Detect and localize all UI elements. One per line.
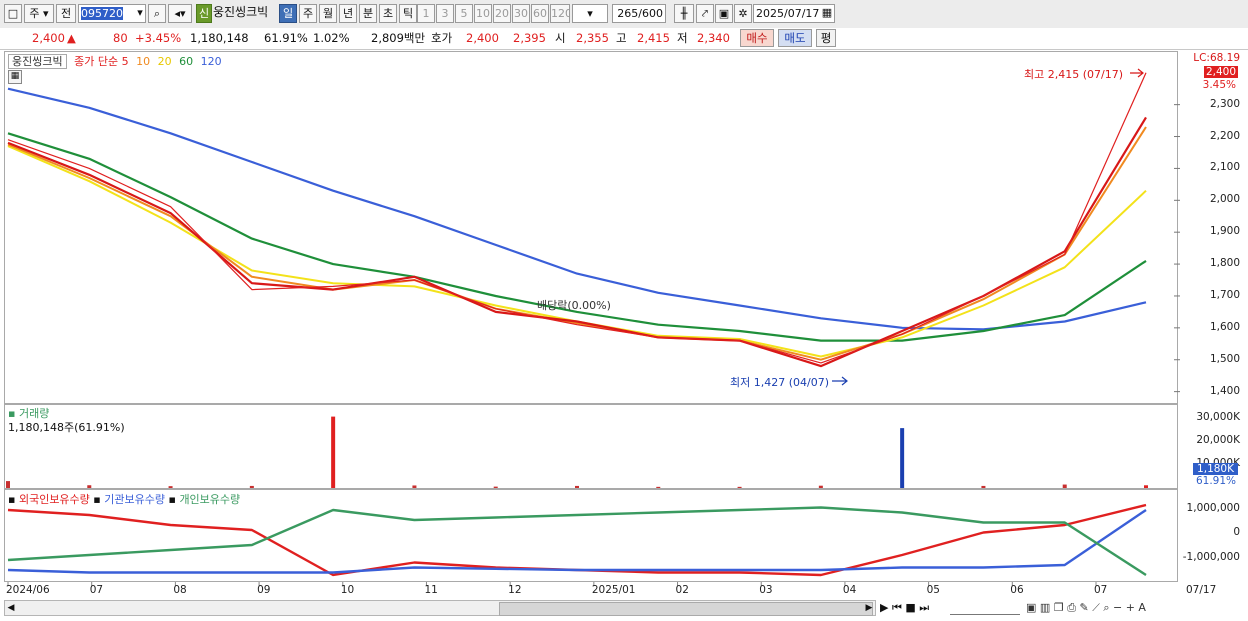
x-tick-label: 04 [842, 584, 857, 596]
table-icon[interactable]: ▦ [8, 70, 22, 84]
price-legend: 웅진씽크빅 종가 단순 5 10 20 60 120 [8, 53, 222, 69]
price-axis[interactable]: LC:68.19 2,400 3.45% 2,300 2,200 2,100 2,00… [1180, 51, 1244, 404]
scroll-right-icon[interactable]: ▶ [863, 601, 875, 615]
volume-bar [87, 485, 92, 488]
volume-tick-20000k: 20,000K [1196, 434, 1240, 446]
price-tick-label: 2,000 [1209, 193, 1240, 206]
ma60-legend: 60 [179, 55, 194, 68]
x-tick-label: 09 [257, 584, 271, 596]
price-tick-label: 1,700 [1209, 288, 1240, 301]
copy-icon[interactable]: ❐ [1054, 601, 1064, 614]
split-icon[interactable]: ▥ [1040, 601, 1050, 614]
scroll-left-icon[interactable]: ◀ [5, 601, 17, 615]
legend-individual: 개인보유수량 [179, 493, 241, 506]
current-price-tag: 2,400 [1203, 66, 1238, 78]
x-tick-label: 02 [675, 584, 689, 596]
volume-tick-30000k: 30,000K [1196, 411, 1240, 423]
volume-bar [656, 486, 661, 488]
current-pct-tag: 3.45% [1202, 79, 1236, 91]
volume-bar [6, 481, 10, 488]
ma-legend-prefix: 종가 단순 [74, 55, 119, 68]
holdings-axis[interactable]: 1,000,000 0 -1,000,000 [1180, 489, 1244, 582]
holdings-legend: ▪ 외국인보유수량 ▪ 기관보유수량 ▪ 개인보유수량 [8, 493, 241, 506]
ruler-icon[interactable]: ⟋ [1092, 601, 1100, 614]
rewind-icon[interactable]: ⏮ [892, 601, 902, 614]
forward-icon[interactable]: ⏭ [919, 601, 929, 614]
volume-bar [249, 485, 254, 488]
price-tick-label: 1,500 [1209, 352, 1240, 365]
price-tick-label: 1,800 [1209, 257, 1240, 270]
speed-slider[interactable] [950, 602, 1020, 615]
zoom-icon[interactable]: ⌕ [1103, 601, 1109, 614]
volume-bar [493, 486, 498, 488]
x-tick-label: 08 [173, 584, 187, 596]
x-tick-label: 11 [424, 584, 438, 596]
volume-bar [1144, 485, 1148, 488]
holdings-line-2 [7, 506, 1147, 577]
chart-svg [6, 68, 1180, 586]
legend-institution: 기관보유수량 [104, 493, 165, 506]
volume-pct-tag: 61.91% [1195, 475, 1236, 487]
x-last-date: 07/17 [1186, 584, 1217, 596]
price-tick-label: 2,300 [1209, 97, 1240, 110]
x-tick-label: 07 [1094, 584, 1108, 596]
lc-label: LC:68.19 [1193, 52, 1240, 64]
price-tick-label: 1,900 [1209, 225, 1240, 238]
holdings-tick-neg: -1,000,000 [1182, 551, 1240, 563]
volume-bar [737, 486, 742, 488]
volume-bar [168, 486, 173, 488]
x-tick-label: 12 [508, 584, 522, 596]
chart-tools: ▣ ▥ ❐ ⎙ ✎ ⟋ ⌕ − + A [1026, 601, 1146, 615]
volume-bar [331, 416, 336, 488]
volume-bar [1062, 484, 1067, 488]
low-arrow-icon [832, 376, 848, 386]
x-tick-label: 05 [926, 584, 940, 596]
horizontal-scrollbar[interactable]: ◀ ▶ [4, 600, 876, 616]
ma5-legend: 5 [121, 55, 129, 68]
high-annotation: 최고 2,415 (07/17) [1024, 68, 1124, 81]
volume-tag: 1,180K [1193, 463, 1238, 475]
scroll-thumb[interactable] [499, 602, 873, 616]
font-size-icon[interactable]: A [1138, 601, 1146, 614]
price-tick-label: 1,400 [1209, 384, 1240, 397]
price-tick-label: 2,200 [1209, 129, 1240, 142]
low-annotation: 최저 1,427 (04/07) [730, 376, 830, 389]
ma120-legend: 120 [200, 55, 222, 68]
volume-bar [412, 485, 417, 488]
playback-controls: ▶ ⏮ ■ ⏭ [880, 601, 929, 615]
dividend-annotation: 배당락(0.00%) [537, 299, 611, 312]
zoom-out-icon[interactable]: − [1113, 601, 1122, 614]
volume-bar [900, 428, 905, 488]
ma10-legend: 10 [136, 55, 151, 68]
x-tick-label: 2025/01 [591, 584, 636, 596]
x-tick-label: 07 [89, 584, 104, 596]
x-tick-label: 03 [759, 584, 773, 596]
close-price-line [7, 72, 1147, 364]
price-tick-label: 2,100 [1209, 161, 1240, 174]
x-tick-label: 06 [1010, 584, 1024, 596]
volume-value-text: 1,180,148주(61.91%) [8, 421, 125, 434]
ma20-legend: 20 [157, 55, 172, 68]
layout-icon[interactable]: ▣ [1026, 601, 1036, 614]
volume-bar [575, 485, 579, 488]
ma-line-120 [7, 87, 1147, 331]
zoom-in-icon[interactable]: + [1126, 601, 1135, 614]
print-icon[interactable]: ⎙ [1067, 601, 1076, 614]
price-pane-name[interactable]: 웅진씽크빅 [8, 54, 67, 69]
stop-icon[interactable]: ■ [905, 601, 915, 614]
draw-icon[interactable]: ✎ [1080, 601, 1089, 614]
x-tick-label: 2024/06 [6, 584, 50, 596]
high-arrow-icon [1130, 68, 1144, 78]
holdings-line-1 [7, 509, 1147, 574]
holdings-tick-zero: 0 [1233, 526, 1240, 538]
holdings-tick-pos: 1,000,000 [1186, 502, 1240, 514]
volume-bar [818, 485, 823, 488]
x-tick-label: 10 [340, 584, 355, 596]
volume-axis[interactable]: 30,000K 20,000K 10,000K 1,180K 61.91% [1180, 404, 1244, 489]
legend-foreign: 외국인보유수량 [18, 493, 90, 506]
price-tick-label: 1,600 [1209, 320, 1240, 333]
prev-icon[interactable]: ▶ [880, 601, 888, 614]
volume-bar [981, 485, 986, 488]
